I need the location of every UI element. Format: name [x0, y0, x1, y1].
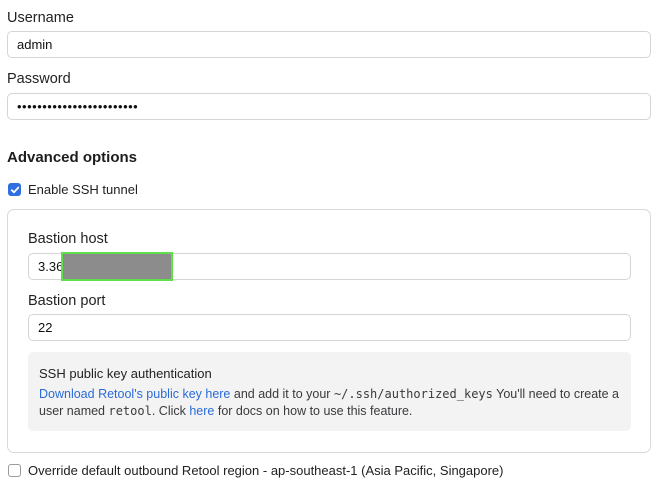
- info-text-segment: user named: [39, 404, 109, 418]
- info-text-segment: and add it to your: [230, 387, 334, 401]
- retool-username: retool: [108, 404, 152, 418]
- info-text-segment: . Click: [151, 404, 190, 418]
- bastion-port-input[interactable]: 22: [28, 314, 631, 341]
- ssh-key-info-title: SSH public key authentication: [39, 366, 212, 381]
- bastion-port-label: Bastion port: [28, 293, 106, 309]
- bastion-host-label: Bastion host: [28, 231, 108, 247]
- info-text-segment: You'll need to create a: [492, 387, 619, 401]
- ssh-tunnel-checkbox[interactable]: [8, 183, 21, 196]
- redaction-box: [61, 252, 173, 281]
- docs-here-link[interactable]: here: [189, 404, 214, 418]
- checkmark-icon: [10, 186, 19, 193]
- username-input[interactable]: admin: [7, 31, 651, 58]
- advanced-options-heading: Advanced options: [7, 149, 138, 166]
- authorized-keys-path: ~/.ssh/authorized_keys: [333, 387, 493, 401]
- ssh-key-info-line-2: user named retool. Click here for docs o…: [39, 404, 624, 418]
- info-text-segment: for docs on how to use this feature.: [214, 404, 413, 418]
- region-override-label[interactable]: Override default outbound Retool region …: [28, 463, 504, 478]
- region-override-checkbox[interactable]: [8, 464, 21, 477]
- download-public-key-link[interactable]: Download Retool's public key here: [39, 387, 230, 401]
- ssh-tunnel-label[interactable]: Enable SSH tunnel: [28, 182, 138, 197]
- ssh-key-info-line-1: Download Retool's public key here and ad…: [39, 387, 624, 401]
- password-label: Password: [7, 71, 71, 87]
- username-label: Username: [7, 10, 74, 26]
- password-input[interactable]: ••••••••••••••••••••••••: [7, 93, 651, 120]
